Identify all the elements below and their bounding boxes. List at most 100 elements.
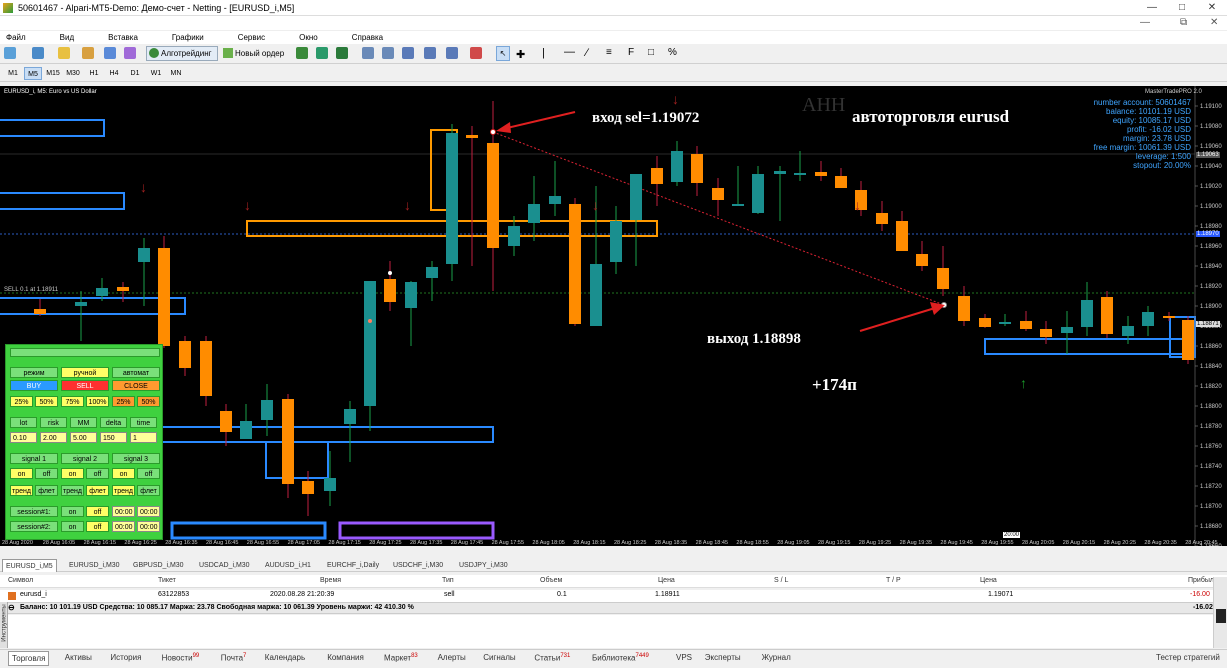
session2-off[interactable]: off: [86, 521, 109, 532]
signal3-on[interactable]: on: [112, 468, 135, 479]
tab-terminal-3[interactable]: Новости99: [162, 653, 200, 663]
buy-button[interactable]: BUY: [10, 380, 58, 391]
arrows-icon[interactable]: %: [668, 47, 677, 58]
tf-m30[interactable]: M30: [64, 67, 82, 80]
session2-start-input[interactable]: 00:00: [112, 521, 135, 532]
line-chart-icon[interactable]: [336, 47, 348, 59]
signal2-off[interactable]: off: [86, 468, 109, 479]
zoom-in-icon[interactable]: [362, 47, 374, 59]
signal3-trend[interactable]: тренд: [112, 485, 135, 496]
col-time[interactable]: Время: [320, 577, 341, 584]
market-watch-icon[interactable]: [58, 47, 70, 59]
inner-minimize-button[interactable]: —: [1140, 17, 1150, 28]
pct-50-buy[interactable]: 50%: [35, 396, 58, 407]
menu-charts[interactable]: Графики: [164, 33, 212, 42]
tab-terminal-11[interactable]: Библиотека7449: [592, 653, 649, 663]
col-type[interactable]: Тип: [442, 577, 454, 584]
tab-terminal-6[interactable]: Компания: [327, 653, 364, 662]
menu-help[interactable]: Справка: [344, 33, 391, 42]
sell-button[interactable]: SELL: [61, 380, 109, 391]
session1-off[interactable]: off: [86, 506, 109, 517]
tab-eurusd-m30[interactable]: EURUSD_i,M30: [66, 559, 123, 572]
time-input[interactable]: 1: [130, 432, 157, 443]
channel-icon[interactable]: ≡: [606, 47, 612, 58]
signal2-trend[interactable]: тренд: [61, 485, 84, 496]
tab-audusd-h1[interactable]: AUDUSD_i,H1: [262, 559, 314, 572]
tf-w1[interactable]: W1: [147, 67, 165, 80]
signal1-flat[interactable]: флет: [35, 485, 58, 496]
lot-input[interactable]: 0.10: [10, 432, 37, 443]
tab-terminal-1[interactable]: Активы: [65, 653, 92, 662]
session2-on[interactable]: on: [61, 521, 84, 532]
vertical-line-icon[interactable]: |: [542, 47, 545, 59]
tf-h4[interactable]: H4: [105, 67, 123, 80]
crosshair-icon[interactable]: ✚: [516, 48, 525, 61]
navigator-icon[interactable]: [82, 47, 94, 59]
manual-button[interactable]: ручной: [61, 367, 109, 378]
tab-terminal-4[interactable]: Почта7: [221, 653, 247, 663]
trendline-icon[interactable]: ∕: [586, 47, 588, 59]
tf-m1[interactable]: M1: [4, 67, 22, 80]
horizontal-line-icon[interactable]: —: [564, 46, 575, 58]
session1-on[interactable]: on: [61, 506, 84, 517]
col-tp[interactable]: T / P: [886, 577, 901, 584]
tab-terminal-9[interactable]: Сигналы: [483, 653, 515, 662]
col-price[interactable]: Цена: [658, 577, 675, 584]
chart-shift-icon[interactable]: [446, 47, 458, 59]
col-ticket[interactable]: Тикет: [158, 577, 176, 584]
terminal-icon[interactable]: [124, 47, 136, 59]
signal1-off[interactable]: off: [35, 468, 58, 479]
zoom-out-icon[interactable]: [382, 47, 394, 59]
profiles-icon[interactable]: [32, 47, 44, 59]
scrollbar-thumb[interactable]: [1216, 609, 1226, 623]
tile-windows-icon[interactable]: [402, 47, 414, 59]
tab-terminal-10[interactable]: Статьи731: [534, 653, 570, 663]
tab-terminal-13[interactable]: Эксперты: [705, 653, 741, 662]
signal2-on[interactable]: on: [61, 468, 84, 479]
tab-eurusd-m5[interactable]: EURUSD_i,M5: [2, 559, 57, 572]
tab-usdjpy-m30[interactable]: USDJPY_i,M30: [456, 559, 511, 572]
close-button[interactable]: ✕: [1197, 0, 1227, 16]
trade-scrollbar[interactable]: [1213, 577, 1227, 648]
close-button-panel[interactable]: CLOSE: [112, 380, 160, 391]
pct-75[interactable]: 75%: [61, 396, 84, 407]
pct-25-close[interactable]: 25%: [112, 396, 135, 407]
bar-chart-icon[interactable]: [296, 47, 308, 59]
session1-end-input[interactable]: 00:00: [137, 506, 160, 517]
menu-view[interactable]: Вид: [52, 33, 82, 42]
table-row[interactable]: eurusd_i 63122853 2020.08.28 21:20:39 se…: [0, 590, 1227, 602]
signal3-flat[interactable]: флет: [137, 485, 160, 496]
mm-input[interactable]: 5.00: [70, 432, 97, 443]
tf-mn[interactable]: MN: [167, 67, 185, 80]
pct-25-buy[interactable]: 25%: [10, 396, 33, 407]
col-sl[interactable]: S / L: [774, 577, 788, 584]
tab-terminal-12[interactable]: VPS: [676, 653, 692, 662]
tab-terminal-2[interactable]: История: [110, 653, 141, 662]
tf-m15[interactable]: M15: [44, 67, 62, 80]
candle-chart-icon[interactable]: [316, 47, 328, 59]
tab-trading[interactable]: Торговля: [8, 651, 50, 666]
data-window-icon[interactable]: [104, 47, 116, 59]
signal1-trend[interactable]: тренд: [10, 485, 33, 496]
tf-d1[interactable]: D1: [126, 67, 144, 80]
menu-file[interactable]: Файл: [0, 33, 34, 42]
fibo-icon[interactable]: F: [628, 47, 634, 58]
tab-terminal-14[interactable]: Журнал: [762, 653, 791, 662]
tab-eurchf-daily[interactable]: EURCHF_i,Daily: [324, 559, 382, 572]
signal1-on[interactable]: on: [10, 468, 33, 479]
cursor-tool[interactable]: ↖: [496, 46, 510, 61]
signal3-off[interactable]: off: [137, 468, 160, 479]
signal2-flat[interactable]: флет: [86, 485, 109, 496]
menu-insert[interactable]: Вставка: [100, 33, 146, 42]
tf-m5[interactable]: M5: [24, 67, 42, 80]
col-volume[interactable]: Объем: [540, 577, 562, 584]
delta-input[interactable]: 150: [100, 432, 127, 443]
tab-usdcad-m30[interactable]: USDCAD_i,M30: [196, 559, 253, 572]
algo-trading-button[interactable]: Алготрейдинг: [146, 46, 218, 61]
indicators-icon[interactable]: [470, 47, 482, 59]
tab-gbpusd-m30[interactable]: GBPUSD_i,M30: [130, 559, 187, 572]
menu-window[interactable]: Окно: [291, 33, 326, 42]
toolbox-sidebar[interactable]: Инструменты: [0, 602, 8, 648]
maximize-button[interactable]: □: [1167, 0, 1197, 16]
tab-usdchf-m30[interactable]: USDCHF_i,M30: [390, 559, 446, 572]
